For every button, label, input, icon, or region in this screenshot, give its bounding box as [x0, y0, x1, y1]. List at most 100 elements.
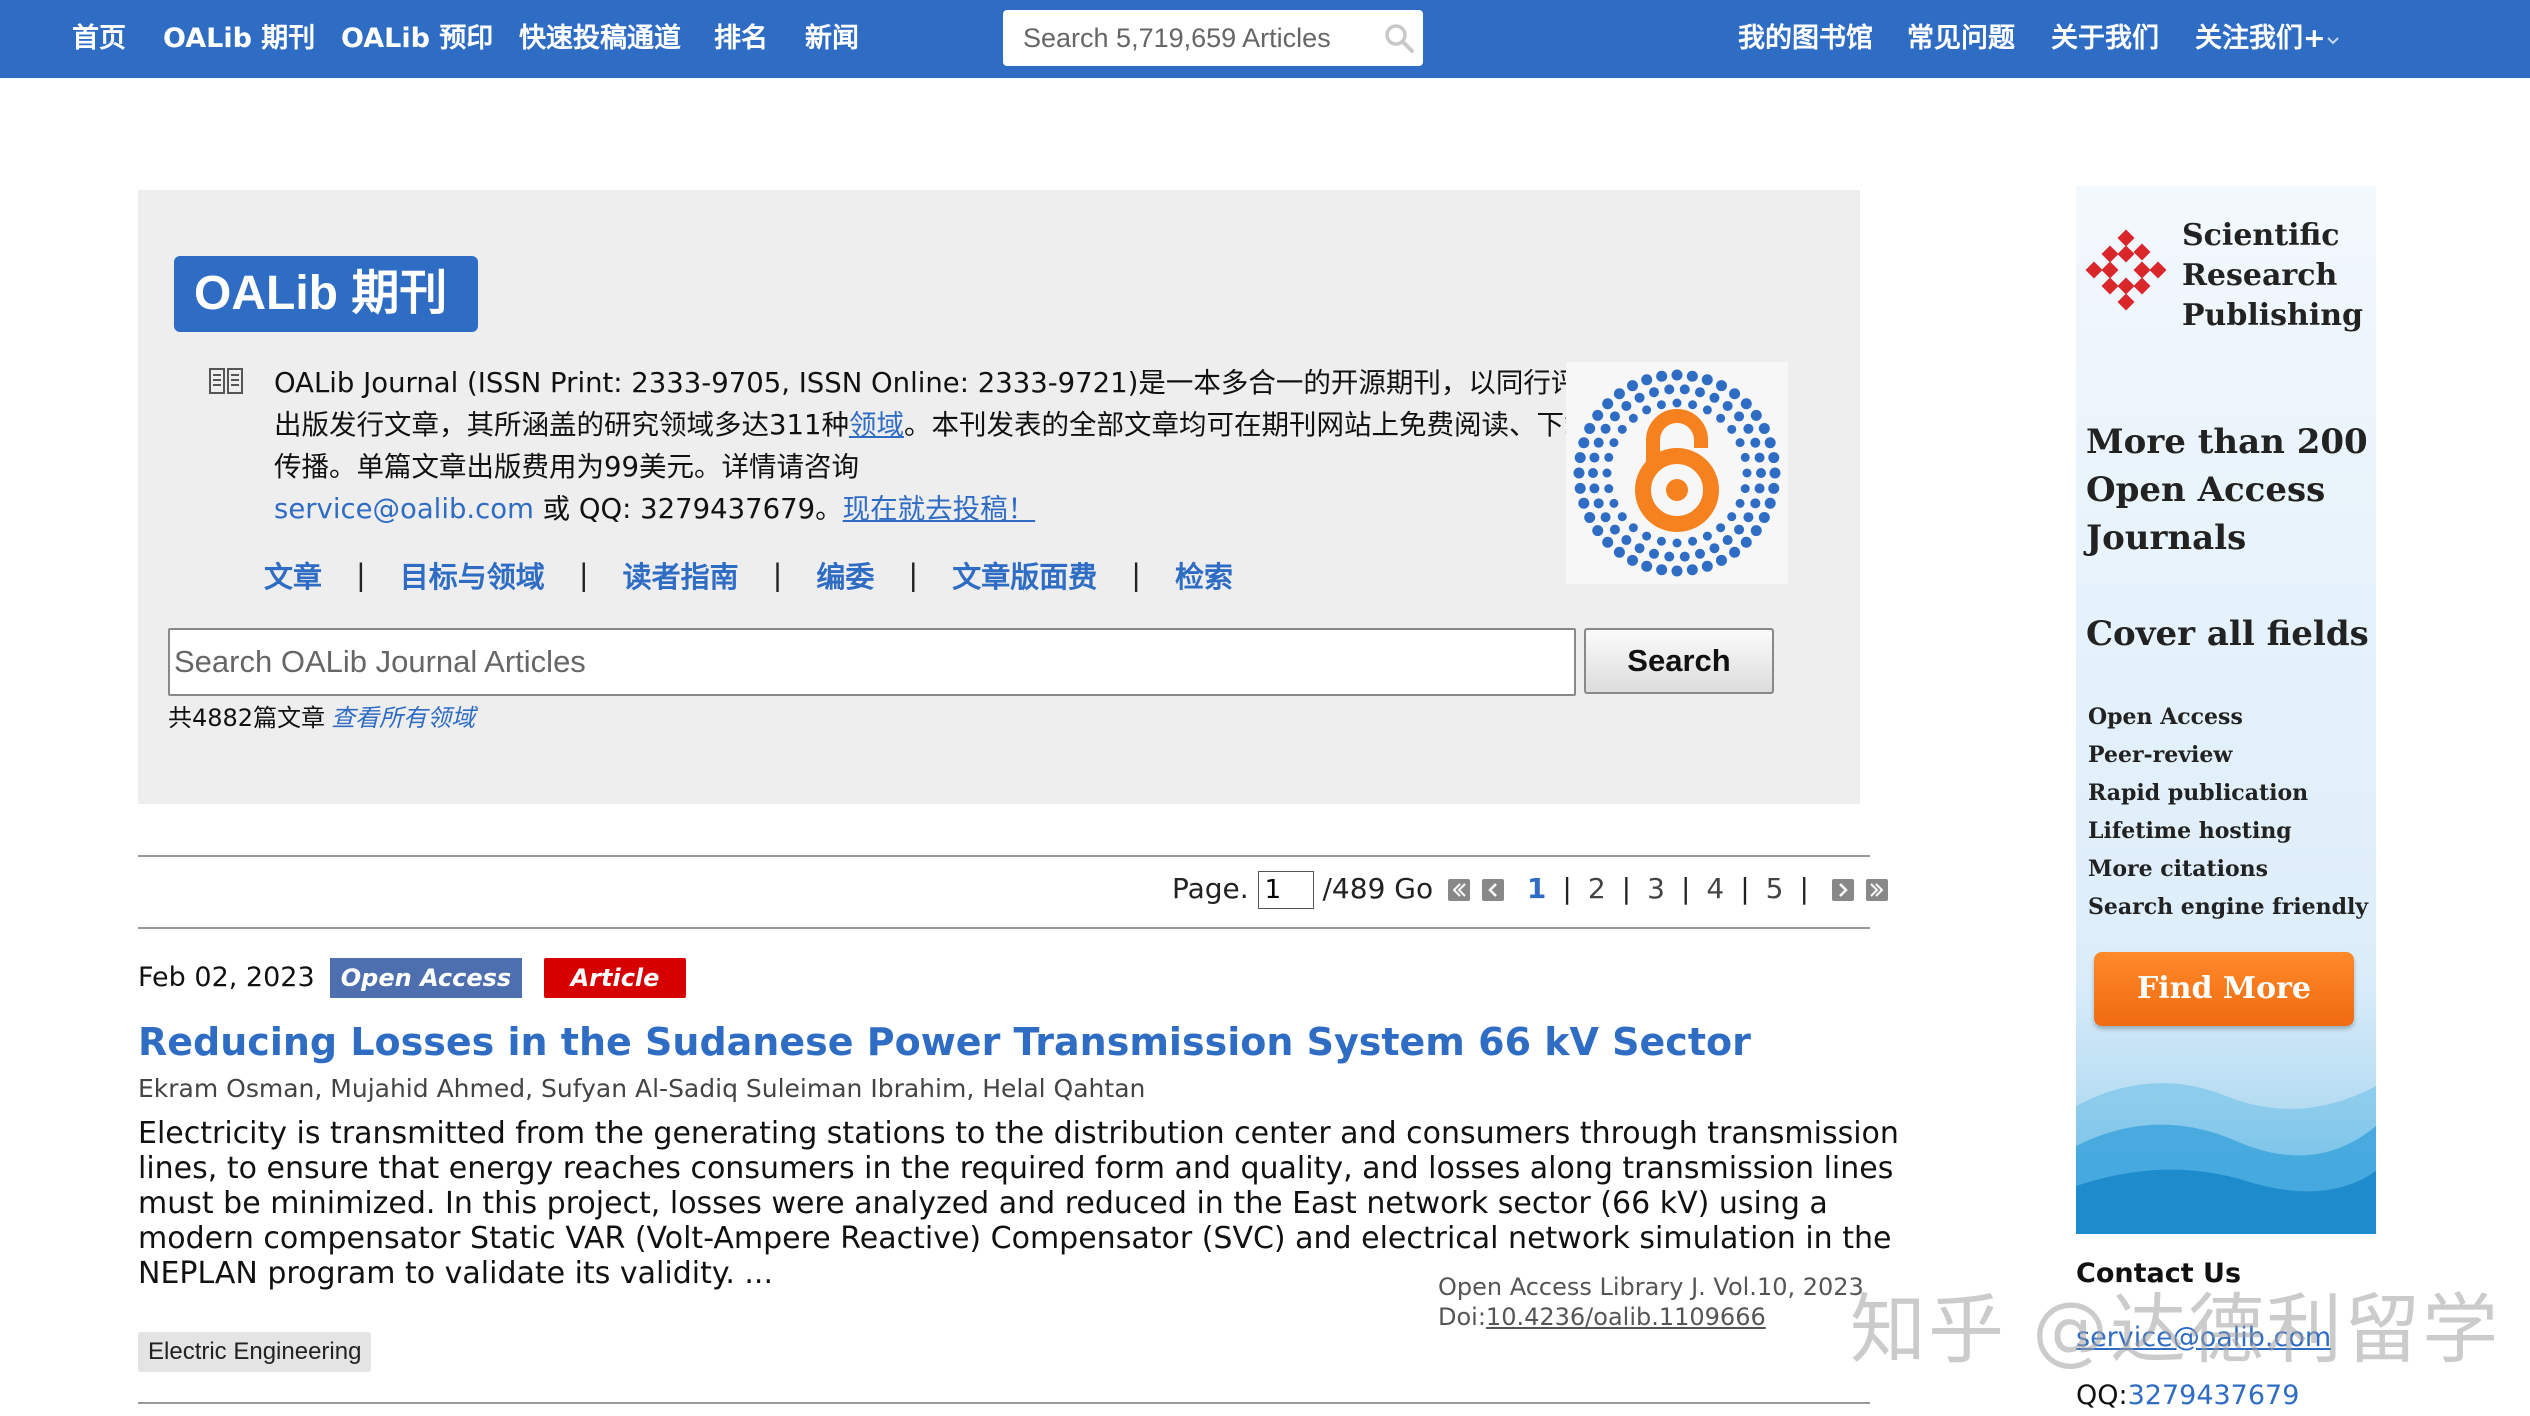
page-separator: |: [1621, 872, 1632, 905]
doi-label: Doi:: [1438, 1303, 1486, 1331]
next-page-icon[interactable]: [1831, 879, 1854, 901]
qq-label: QQ:: [2076, 1380, 2128, 1411]
ad-feature: Open Access: [2088, 704, 2243, 730]
page-number-input[interactable]: [1257, 871, 1314, 909]
doi-link[interactable]: 10.4236/oalib.1109666: [1486, 1303, 1766, 1331]
ad-feature-list: Open Access Peer-review Rapid publicatio…: [2088, 698, 2368, 926]
ad-subheadline: Cover all fields: [2086, 614, 2369, 654]
ad-feature: Lifetime hosting: [2088, 818, 2292, 844]
pagination: Page. /489 Go 1|2|3|4|5|: [1172, 866, 1894, 912]
article-meta: Open Access Library J. Vol.10, 2023 Doi:…: [1438, 1272, 1864, 1332]
ad-publisher-line: Research: [2182, 258, 2338, 293]
scirp-advertisement[interactable]: Scientific Research Publishing More than…: [2076, 186, 2376, 1234]
article-abstract: Electricity is transmitted from the gene…: [138, 1116, 1899, 1291]
submit-now-link[interactable]: 现在就去投稿！: [843, 493, 1036, 525]
link-separator: |: [1131, 558, 1141, 592]
page-separator: |: [1562, 872, 1572, 905]
article-authors: Ekram Osman, Mujahid Ahmed, Sufyan Al-Sa…: [138, 1074, 1146, 1103]
page-link-3[interactable]: 3: [1639, 872, 1673, 905]
last-page-icon[interactable]: [1865, 879, 1888, 901]
nav-oalib-journal[interactable]: OALib 期刊: [163, 0, 315, 78]
link-separator: |: [356, 558, 366, 592]
ad-feature: Search engine friendly: [2088, 894, 2369, 920]
journal-search-input[interactable]: [168, 628, 1576, 696]
nav-fast-submission[interactable]: 快速投稿通道: [519, 0, 681, 78]
journal-badge: OALib 期刊: [174, 256, 478, 332]
page-total-go[interactable]: /489 Go: [1323, 872, 1434, 905]
first-page-icon[interactable]: [1448, 879, 1471, 901]
ad-headline-line: Journals: [2086, 518, 2247, 558]
ad-feature: Rapid publication: [2088, 780, 2309, 806]
journal-link-apc[interactable]: 文章版面费: [952, 554, 1097, 596]
ad-feature: Peer-review: [2088, 742, 2233, 768]
nav-news[interactable]: 新闻: [805, 0, 859, 78]
article-title-link[interactable]: Reducing Losses in the Sudanese Power Tr…: [138, 1020, 1751, 1064]
link-separator: |: [772, 558, 783, 592]
search-icon[interactable]: [1383, 22, 1415, 54]
journal-search-button[interactable]: Search: [1584, 628, 1774, 694]
page-separator: |: [1680, 872, 1691, 905]
journal-description: OALib Journal (ISSN Print: 2333-9705, IS…: [274, 362, 1704, 530]
page-link-1[interactable]: 1: [1519, 872, 1554, 905]
page-separator: |: [1799, 872, 1809, 905]
ad-publisher-line: Publishing: [2182, 298, 2364, 333]
page-link-5[interactable]: 5: [1758, 872, 1792, 905]
journal-desc-text-3: 或 QQ: 3279437679。: [533, 493, 843, 525]
subject-tag[interactable]: Electric Engineering: [138, 1332, 372, 1372]
journal-link-articles[interactable]: 文章: [264, 554, 322, 596]
link-separator: |: [908, 558, 919, 592]
journal-link-reader-guide[interactable]: 读者指南: [623, 554, 739, 596]
all-fields-link[interactable]: 查看所有领域: [331, 704, 475, 732]
nav-follow-us[interactable]: 关注我们+: [2195, 0, 2326, 78]
journal-link-aims-scope[interactable]: 目标与领域: [400, 554, 545, 596]
nav-oalib-preprint[interactable]: OALib 预印: [341, 0, 493, 78]
nav-my-library[interactable]: 我的图书馆: [1738, 0, 1873, 78]
prev-page-icon[interactable]: [1482, 879, 1505, 901]
article-count-text: 共4882篇文章: [168, 704, 326, 732]
contact-qq: QQ:3279437679: [2076, 1380, 2299, 1411]
zhihu-watermark: 知乎 @达德利留学: [1850, 1285, 2501, 1374]
doi-row: Doi:10.4236/oalib.1109666: [1438, 1302, 1864, 1332]
top-navbar: 首页 OALib 期刊 OALib 预印 快速投稿通道 排名 新闻 我的图书馆 …: [0, 0, 2530, 78]
divider: [138, 855, 1870, 857]
scirp-logo-icon: [2085, 229, 2167, 311]
abstract-line: lines, to ensure that energy reaches con…: [138, 1151, 1894, 1186]
chevron-down-icon[interactable]: [2326, 36, 2340, 46]
ad-publisher-name: Scientific Research Publishing: [2182, 216, 2363, 336]
service-email-link[interactable]: service@oalib.com: [274, 493, 534, 525]
journal-link-search[interactable]: 检索: [1175, 554, 1233, 596]
link-separator: |: [578, 558, 589, 592]
abstract-line: modern compensator Static VAR (Volt-Ampe…: [138, 1221, 1892, 1256]
book-icon: [209, 368, 243, 394]
article-type-tag: Article: [544, 958, 686, 998]
abstract-line: Electricity is transmitted from the gene…: [138, 1116, 1899, 1151]
nav-ranking[interactable]: 排名: [714, 0, 768, 78]
page-separator: |: [1740, 872, 1750, 905]
abstract-line: must be minimized. In this project, loss…: [138, 1186, 1828, 1221]
ad-wave-decoration: [2076, 1083, 2376, 1234]
nav-about-us[interactable]: 关于我们: [2051, 0, 2159, 78]
qq-link[interactable]: 3279437679: [2128, 1380, 2300, 1411]
ad-feature: More citations: [2088, 856, 2269, 882]
divider: [138, 927, 1870, 929]
ad-headline-line: Open Access: [2086, 470, 2326, 510]
page-link-4[interactable]: 4: [1698, 872, 1732, 905]
article-date: Feb 02, 2023: [138, 962, 315, 993]
nav-faq[interactable]: 常见问题: [1907, 0, 2015, 78]
journal-reference: Open Access Library J. Vol.10, 2023: [1438, 1273, 1864, 1301]
nav-home[interactable]: 首页: [72, 0, 126, 78]
open-access-logo: [1566, 362, 1788, 584]
open-access-tag: Open Access: [330, 958, 522, 998]
journal-links: 文章 | 目标与领域 | 读者指南 | 编委 | 文章版面费 | 检索: [264, 554, 1233, 602]
fields-link[interactable]: 领域: [849, 409, 904, 441]
page-link-2[interactable]: 2: [1580, 872, 1614, 905]
ad-headline: More than 200 Open Access Journals: [2086, 418, 2368, 562]
global-search: [1003, 10, 1423, 66]
journal-link-editorial-board[interactable]: 编委: [816, 554, 874, 596]
page-label: Page.: [1172, 872, 1249, 905]
find-more-button[interactable]: Find More: [2094, 952, 2354, 1026]
global-search-input[interactable]: [1003, 10, 1363, 66]
ad-headline-line: More than 200: [2086, 422, 2368, 462]
article-count: 共4882篇文章 查看所有领域: [168, 698, 475, 733]
open-access-tag-label: Open Access: [340, 964, 512, 992]
